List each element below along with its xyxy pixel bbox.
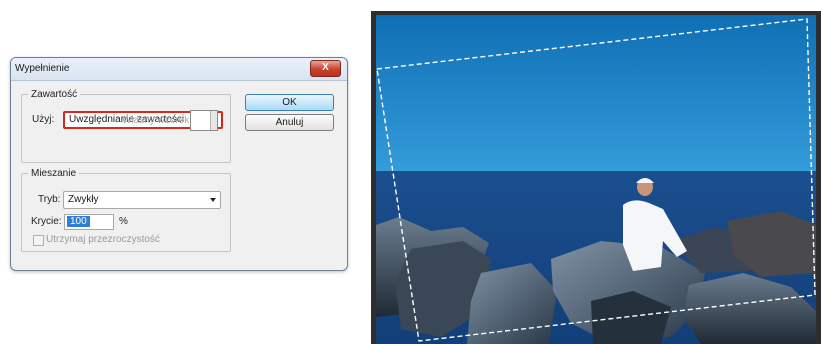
cancel-button[interactable]: Anuluj [245,114,334,131]
photo-illustration [371,11,821,344]
content-group-legend: Zawartość [31,89,78,100]
close-icon: X [322,62,329,73]
use-label: Użyj: [32,114,55,125]
mode-label: Tryb: [38,194,61,205]
fill-dialog: Wypełnienie X Zawartość Użyj: Uwzględnia… [10,57,348,271]
mode-select-value: Zwykły [68,194,99,205]
pattern-dropdown-icon [210,111,217,130]
opacity-value: 100 [67,216,90,227]
opacity-unit: % [119,216,128,227]
custom-pattern-picker[interactable] [190,110,218,131]
dialog-titlebar[interactable]: Wypełnienie X [11,58,347,81]
preserve-transparency-label: Utrzymaj przezroczystość [46,234,160,245]
preserve-transparency-checkbox[interactable] [33,235,44,246]
mode-select[interactable]: Zwykły [63,191,221,209]
chevron-down-icon [210,198,216,202]
blending-group-legend: Mieszanie [31,168,77,179]
dialog-title: Wypełnienie [15,63,70,74]
opacity-input[interactable]: 100 [64,214,114,230]
close-button[interactable]: X [310,60,341,77]
opacity-label: Krycie: [31,216,62,227]
image-canvas[interactable] [371,11,821,344]
ok-button[interactable]: OK [245,94,334,111]
custom-pattern-label: Własny wzorek: [122,115,193,126]
